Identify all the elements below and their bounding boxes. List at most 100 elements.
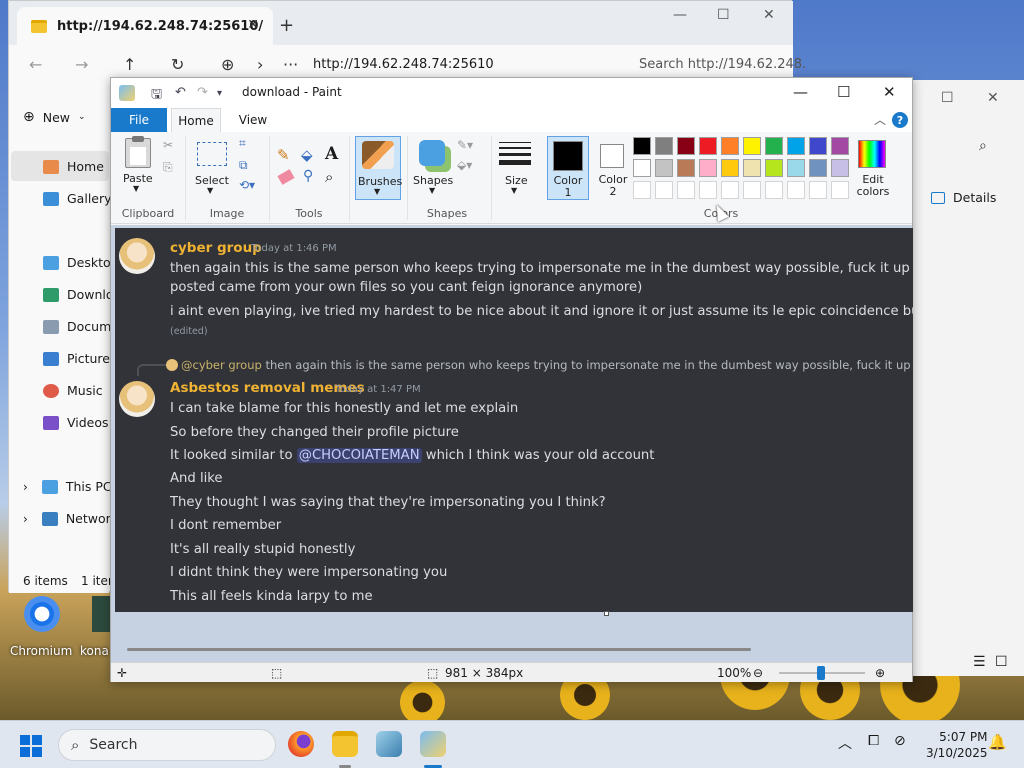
palette-empty-swatch[interactable] [743,181,761,199]
palette-swatch[interactable] [831,137,849,155]
address-input[interactable]: http://194.62.248.74:25610 [313,57,494,72]
save-icon[interactable]: 🖫 [151,85,162,107]
palette-swatch[interactable] [699,137,717,155]
palette-empty-swatch[interactable] [787,181,805,199]
palette-swatch[interactable] [809,137,827,155]
minimize-icon[interactable]: — [673,7,687,23]
palette-empty-swatch[interactable] [765,181,783,199]
palette-empty-swatch[interactable] [655,181,673,199]
palette-swatch[interactable] [743,137,761,155]
notification-bell-icon[interactable]: 🔔 [988,733,1007,751]
magnifier-icon[interactable]: ⌕ [325,168,333,186]
desktop-icon-chromium[interactable]: Chromium [10,596,74,658]
list-view-icon[interactable]: ☰ [973,654,986,670]
shape-fill-icon[interactable]: ⬙▾ [457,158,472,172]
up-icon[interactable]: ↑ [123,55,136,74]
sidebar-item-music[interactable]: Music [43,383,103,398]
text-icon[interactable]: A [325,144,338,164]
cut-icon[interactable]: ✂ [163,138,173,152]
back-icon[interactable]: ← [29,55,42,74]
customize-qat-icon[interactable]: ▾ [217,88,222,99]
close-icon[interactable]: ✕ [763,7,775,23]
palette-empty-swatch[interactable] [699,181,717,199]
sidebar-item-network[interactable]: › Network [23,511,118,526]
palette-empty-swatch[interactable] [831,181,849,199]
crop-icon[interactable]: ⌗ [239,136,246,151]
collapse-ribbon-icon[interactable]: ︿ [874,111,886,128]
copy-icon[interactable]: ⎘ [163,160,173,175]
color-picker-icon[interactable]: ⚲ [303,168,313,184]
zoom-out-icon[interactable]: ⊖ [753,666,763,680]
rotate-icon[interactable]: ⟲▾ [239,178,255,192]
sidebar-item-pictures[interactable]: Pictures [43,351,117,366]
edit-colors-button[interactable]: Edit colors [851,136,895,200]
new-button[interactable]: ⊕ New ⌄ [23,109,86,125]
palette-empty-swatch[interactable] [633,181,651,199]
palette-swatch[interactable] [743,159,761,177]
help-icon[interactable]: ? [892,112,908,128]
chevron-right-icon[interactable]: › [257,55,263,74]
palette-swatch[interactable] [787,137,805,155]
palette-swatch[interactable] [787,159,805,177]
close-icon[interactable]: ✕ [987,90,999,106]
zoom-slider-thumb[interactable] [817,666,825,680]
desktop-icon-kona[interactable]: kona [80,596,112,658]
sidebar-item-gallery[interactable]: Gallery [43,191,112,206]
maximize-icon[interactable]: ☐ [837,83,850,101]
start-icon[interactable] [20,735,42,757]
forward-icon[interactable]: → [75,55,88,74]
palette-swatch[interactable] [677,159,695,177]
refresh-icon[interactable]: ↻ [171,55,184,74]
sidebar-item-home[interactable]: Home [43,159,104,174]
palette-swatch[interactable] [633,159,651,177]
clock[interactable]: 5:07 PM 3/10/2025 [926,729,988,761]
tab-file[interactable]: File [111,108,167,132]
palette-swatch[interactable] [655,159,673,177]
palette-empty-swatch[interactable] [809,181,827,199]
pencil-icon[interactable]: ✎ [277,146,290,164]
color2-button[interactable]: Color 2 [593,136,633,200]
palette-swatch[interactable] [677,137,695,155]
volume-icon[interactable]: ⊘ [894,733,906,749]
eraser-icon[interactable] [277,169,295,185]
resize-icon[interactable]: ⧉ [239,158,248,173]
palette-swatch[interactable] [721,137,739,155]
palette-empty-swatch[interactable] [721,181,739,199]
shapes-button[interactable]: Shapes ▼ [411,136,455,196]
palette-swatch[interactable] [655,137,673,155]
palette-swatch[interactable] [699,159,717,177]
tile-view-icon[interactable]: ☐ [995,654,1008,670]
palette-swatch[interactable] [809,159,827,177]
palette-swatch[interactable] [831,159,849,177]
display-icon[interactable]: ⧠ [868,733,879,749]
paint-taskbar-icon[interactable] [420,731,446,757]
new-tab-icon[interactable]: + [279,15,294,36]
file-explorer-icon[interactable] [332,731,358,757]
sidebar-item-videos[interactable]: Videos [43,415,109,430]
size-button[interactable]: Size ▼ [497,136,535,198]
fill-icon[interactable]: ⬙ [301,146,313,164]
canvas-resize-handle[interactable] [604,611,609,616]
palette-empty-swatch[interactable] [677,181,695,199]
outline-icon[interactable]: ✎▾ [457,138,473,152]
explorer-tab[interactable]: http://194.62.248.74:25610/ ✕ [17,7,273,45]
minimize-icon[interactable]: — [793,83,808,101]
chevron-up-icon[interactable]: ︿ [838,733,852,753]
search-input[interactable]: Search http://194.62.248. [639,57,806,72]
taskbar-search[interactable]: ⌕ Search [58,729,276,761]
sidebar-item-this-pc[interactable]: › This PC [23,479,112,494]
tab-view[interactable]: View [231,108,275,132]
details-button[interactable]: Details [931,190,996,205]
close-icon[interactable]: ✕ [883,83,896,101]
color1-button[interactable]: Color 1 [547,136,589,200]
more-icon[interactable]: ··· [283,55,298,74]
close-tab-icon[interactable]: ✕ [247,17,259,33]
palette-swatch[interactable] [721,159,739,177]
palette-swatch[interactable] [765,137,783,155]
undo-icon[interactable]: ↶ [175,85,186,100]
brushes-button[interactable]: Brushes ▼ [355,136,402,200]
horizontal-scrollbar[interactable] [127,648,751,651]
maximize-icon[interactable]: ☐ [717,7,730,23]
sidebar-item-desktop[interactable]: Desktop [43,255,119,270]
select-button[interactable]: Select ▼ [193,136,233,196]
